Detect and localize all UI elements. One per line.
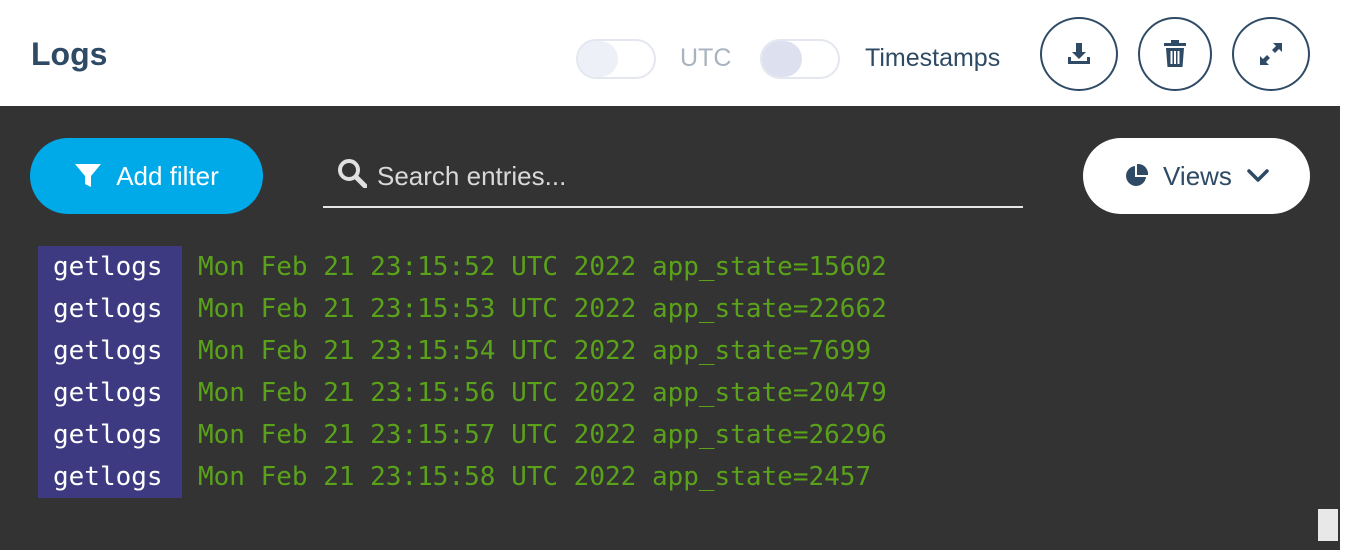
pod-name: getlogs bbox=[38, 456, 182, 498]
search-bar bbox=[323, 148, 1023, 208]
clear-logs-button[interactable] bbox=[1138, 17, 1212, 91]
download-icon bbox=[1068, 43, 1090, 64]
log-line: getlogs Mon Feb 21 23:15:58 UTC 2022 app… bbox=[38, 456, 887, 498]
pod-name: getlogs bbox=[38, 246, 182, 288]
log-line: getlogs Mon Feb 21 23:15:52 UTC 2022 app… bbox=[38, 246, 887, 288]
log-line: getlogs Mon Feb 21 23:15:56 UTC 2022 app… bbox=[38, 372, 887, 414]
add-filter-button[interactable]: Add filter bbox=[30, 138, 263, 214]
pod-name: getlogs bbox=[38, 372, 182, 414]
timestamps-toggle[interactable] bbox=[760, 39, 840, 79]
log-line: getlogs Mon Feb 21 23:15:57 UTC 2022 app… bbox=[38, 414, 887, 456]
log-console: Add filter Views getlogs Mon Feb 21 23:1… bbox=[0, 106, 1340, 550]
log-message: Mon Feb 21 23:15:56 UTC 2022 app_state=2… bbox=[198, 378, 887, 408]
logs-header: Logs UTC Timestamps bbox=[0, 0, 1340, 106]
pod-name: getlogs bbox=[38, 414, 182, 456]
download-button[interactable] bbox=[1040, 17, 1118, 91]
log-message: Mon Feb 21 23:15:57 UTC 2022 app_state=2… bbox=[198, 420, 887, 450]
utc-label: UTC bbox=[680, 44, 732, 72]
pod-name: getlogs bbox=[38, 288, 182, 330]
timestamps-toggle-knob bbox=[762, 41, 802, 77]
search-icon bbox=[338, 159, 367, 188]
utc-toggle[interactable] bbox=[576, 39, 656, 79]
search-input[interactable] bbox=[377, 156, 1017, 196]
log-line: getlogs Mon Feb 21 23:15:53 UTC 2022 app… bbox=[38, 288, 887, 330]
scroll-thumb[interactable] bbox=[1318, 509, 1338, 541]
trash-icon bbox=[1164, 40, 1186, 67]
page-title: Logs bbox=[31, 36, 108, 72]
views-label: Views bbox=[1163, 160, 1232, 191]
scrollbar-track[interactable] bbox=[1340, 0, 1346, 550]
fullscreen-button[interactable] bbox=[1232, 17, 1310, 91]
filter-icon bbox=[75, 164, 102, 187]
log-message: Mon Feb 21 23:15:53 UTC 2022 app_state=2… bbox=[198, 294, 887, 324]
pod-name: getlogs bbox=[38, 330, 182, 372]
expand-icon bbox=[1260, 43, 1282, 65]
log-line: getlogs Mon Feb 21 23:15:54 UTC 2022 app… bbox=[38, 330, 887, 372]
log-message: Mon Feb 21 23:15:54 UTC 2022 app_state=7… bbox=[198, 336, 872, 366]
pie-chart-icon bbox=[1126, 163, 1149, 186]
timestamps-label: Timestamps bbox=[865, 44, 1001, 72]
log-list: getlogs Mon Feb 21 23:15:52 UTC 2022 app… bbox=[38, 246, 887, 498]
add-filter-label: Add filter bbox=[116, 160, 219, 191]
utc-toggle-knob bbox=[578, 41, 618, 77]
views-dropdown[interactable]: Views bbox=[1083, 138, 1310, 214]
log-message: Mon Feb 21 23:15:58 UTC 2022 app_state=2… bbox=[198, 462, 872, 492]
chevron-down-icon bbox=[1247, 169, 1269, 182]
log-message: Mon Feb 21 23:15:52 UTC 2022 app_state=1… bbox=[198, 252, 887, 282]
